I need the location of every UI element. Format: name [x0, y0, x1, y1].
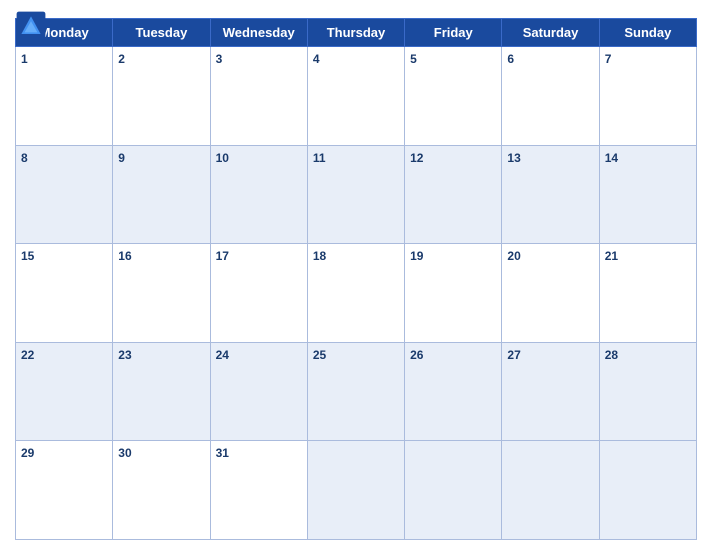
calendar-day-cell: 4	[307, 47, 404, 146]
day-number: 9	[118, 151, 125, 165]
day-number: 4	[313, 52, 320, 66]
calendar-body: 1234567891011121314151617181920212223242…	[16, 47, 697, 540]
day-number: 8	[21, 151, 28, 165]
day-number: 16	[118, 249, 131, 263]
calendar-day-cell: 9	[113, 145, 210, 244]
calendar-week-row: 1 2 3 4 5 6 7	[16, 47, 697, 146]
day-number: 26	[410, 348, 423, 362]
day-number: 14	[605, 151, 618, 165]
calendar-day-cell: 21	[599, 244, 696, 343]
day-number: 29	[21, 446, 34, 460]
weekday-header-tuesday: Tuesday	[113, 19, 210, 47]
calendar-day-cell	[307, 441, 404, 540]
calendar-day-cell: 30	[113, 441, 210, 540]
calendar-day-cell: 8	[16, 145, 113, 244]
weekday-header-friday: Friday	[405, 19, 502, 47]
calendar-day-cell: 28	[599, 342, 696, 441]
calendar-day-cell: 15	[16, 244, 113, 343]
day-number: 25	[313, 348, 326, 362]
calendar-day-cell: 19	[405, 244, 502, 343]
calendar-day-cell: 1	[16, 47, 113, 146]
logo	[15, 10, 50, 42]
calendar-day-cell: 11	[307, 145, 404, 244]
day-number: 3	[216, 52, 223, 66]
calendar-day-cell: 12	[405, 145, 502, 244]
day-number: 5	[410, 52, 417, 66]
day-number: 2	[118, 52, 125, 66]
weekday-header-thursday: Thursday	[307, 19, 404, 47]
calendar-day-cell: 14	[599, 145, 696, 244]
day-number: 1	[21, 52, 28, 66]
calendar-container: MondayTuesdayWednesdayThursdayFridaySatu…	[0, 0, 712, 550]
day-number: 10	[216, 151, 229, 165]
calendar-day-cell: 10	[210, 145, 307, 244]
calendar-day-cell: 24	[210, 342, 307, 441]
day-number: 23	[118, 348, 131, 362]
day-number: 27	[507, 348, 520, 362]
calendar-day-cell: 26	[405, 342, 502, 441]
day-number: 19	[410, 249, 423, 263]
calendar-day-cell: 29	[16, 441, 113, 540]
day-number: 12	[410, 151, 423, 165]
calendar-week-row: 22 23 24 25 26 27 28	[16, 342, 697, 441]
calendar-day-cell: 31	[210, 441, 307, 540]
calendar-day-cell: 3	[210, 47, 307, 146]
calendar-day-cell: 5	[405, 47, 502, 146]
day-number: 22	[21, 348, 34, 362]
day-number: 17	[216, 249, 229, 263]
day-number: 31	[216, 446, 229, 460]
weekday-header-sunday: Sunday	[599, 19, 696, 47]
day-number: 24	[216, 348, 229, 362]
calendar-day-cell: 13	[502, 145, 599, 244]
day-number: 20	[507, 249, 520, 263]
day-number: 15	[21, 249, 34, 263]
day-number: 11	[313, 151, 326, 165]
calendar-day-cell: 20	[502, 244, 599, 343]
calendar-day-cell: 23	[113, 342, 210, 441]
calendar-day-cell	[405, 441, 502, 540]
calendar-day-cell	[599, 441, 696, 540]
calendar-header-row: MondayTuesdayWednesdayThursdayFridaySatu…	[16, 19, 697, 47]
day-number: 7	[605, 52, 612, 66]
calendar-day-cell	[502, 441, 599, 540]
calendar-week-row: 15 16 17 18 19 20 21	[16, 244, 697, 343]
weekday-header-wednesday: Wednesday	[210, 19, 307, 47]
day-number: 21	[605, 249, 618, 263]
calendar-day-cell: 25	[307, 342, 404, 441]
logo-icon	[15, 10, 47, 42]
calendar-day-cell: 2	[113, 47, 210, 146]
calendar-week-row: 8 9 10 11 12 13 14	[16, 145, 697, 244]
calendar-week-row: 29 30 31	[16, 441, 697, 540]
day-number: 13	[507, 151, 520, 165]
calendar-day-cell: 7	[599, 47, 696, 146]
weekday-header-saturday: Saturday	[502, 19, 599, 47]
calendar-day-cell: 6	[502, 47, 599, 146]
day-number: 28	[605, 348, 618, 362]
weekday-row: MondayTuesdayWednesdayThursdayFridaySatu…	[16, 19, 697, 47]
day-number: 18	[313, 249, 326, 263]
calendar-day-cell: 27	[502, 342, 599, 441]
day-number: 30	[118, 446, 131, 460]
day-number: 6	[507, 52, 514, 66]
calendar-day-cell: 18	[307, 244, 404, 343]
calendar-day-cell: 16	[113, 244, 210, 343]
calendar-day-cell: 17	[210, 244, 307, 343]
calendar-day-cell: 22	[16, 342, 113, 441]
calendar-table: MondayTuesdayWednesdayThursdayFridaySatu…	[15, 18, 697, 540]
